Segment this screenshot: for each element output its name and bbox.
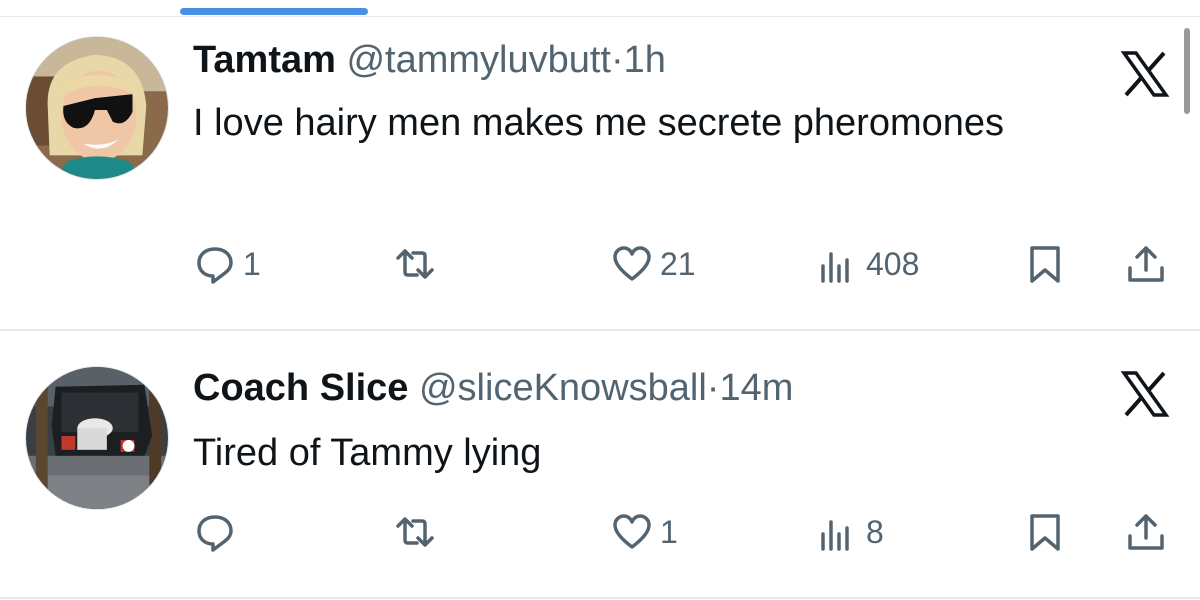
- reply-icon: [197, 515, 233, 552]
- avatar[interactable]: [25, 36, 169, 180]
- retweet-icon: [396, 249, 434, 279]
- tweet-header: Coach Slice @sliceKnowsball·14m: [193, 365, 793, 411]
- reply-count: 1: [243, 246, 261, 282]
- display-name[interactable]: Coach Slice: [193, 367, 408, 409]
- tweet-divider: [0, 597, 1200, 599]
- separator: ·: [706, 367, 720, 409]
- tweet-text: Tired of Tammy lying: [193, 432, 542, 474]
- like-button[interactable]: 1: [612, 507, 678, 557]
- handle[interactable]: @sliceKnowsball: [419, 367, 707, 409]
- retweet-button[interactable]: [395, 507, 443, 557]
- display-name[interactable]: Tamtam: [193, 39, 336, 81]
- tweet[interactable]: Tamtam @tammyluvbutt·1h I love hairy men…: [0, 17, 1200, 331]
- reply-button[interactable]: 1: [195, 239, 261, 289]
- share-icon: [1128, 514, 1164, 550]
- share-button[interactable]: [1126, 507, 1166, 557]
- tweet-header: Tamtam @tammyluvbutt·1h: [193, 37, 666, 83]
- bookmark-button[interactable]: [1025, 507, 1065, 557]
- avatar[interactable]: [25, 366, 169, 510]
- heart-icon: [613, 514, 651, 549]
- retweet-icon: [396, 517, 434, 547]
- bookmark-icon: [1030, 514, 1060, 551]
- tweet-actions: 1 8: [0, 507, 1200, 557]
- view-count: 408: [866, 246, 920, 282]
- reply-icon: [197, 247, 233, 284]
- avatar-man-car-trunk-icon: [26, 367, 168, 509]
- tweet-actions: 1 21 408: [0, 239, 1200, 289]
- bookmark-button[interactable]: [1025, 239, 1065, 289]
- retweet-button[interactable]: [395, 239, 443, 289]
- timestamp[interactable]: 1h: [624, 39, 666, 81]
- like-count: 1: [660, 514, 678, 550]
- x-logo-icon[interactable]: [1120, 369, 1170, 419]
- views-button[interactable]: 8: [818, 507, 884, 557]
- view-count: 8: [866, 514, 884, 550]
- bookmark-icon: [1030, 246, 1060, 283]
- share-button[interactable]: [1126, 239, 1166, 289]
- timeline: Tamtam @tammyluvbutt·1h I love hairy men…: [0, 0, 1200, 600]
- active-tab-indicator: [180, 8, 368, 15]
- tweet-text: I love hairy men makes me secrete pherom…: [193, 102, 1005, 144]
- avatar-woman-sunglasses-icon: [26, 37, 168, 179]
- reply-button[interactable]: [195, 507, 243, 557]
- views-chart-icon: [821, 252, 849, 283]
- timestamp[interactable]: 14m: [719, 367, 793, 409]
- tweet[interactable]: Coach Slice @sliceKnowsball·14m Tired of…: [0, 331, 1200, 599]
- heart-icon: [613, 246, 651, 281]
- views-chart-icon: [821, 520, 849, 551]
- like-count: 21: [660, 246, 696, 282]
- separator: ·: [611, 39, 624, 81]
- views-button[interactable]: 408: [818, 239, 919, 289]
- share-icon: [1128, 246, 1164, 282]
- like-button[interactable]: 21: [612, 239, 696, 289]
- x-logo-icon[interactable]: [1120, 49, 1170, 99]
- handle[interactable]: @tammyluvbutt: [346, 39, 611, 81]
